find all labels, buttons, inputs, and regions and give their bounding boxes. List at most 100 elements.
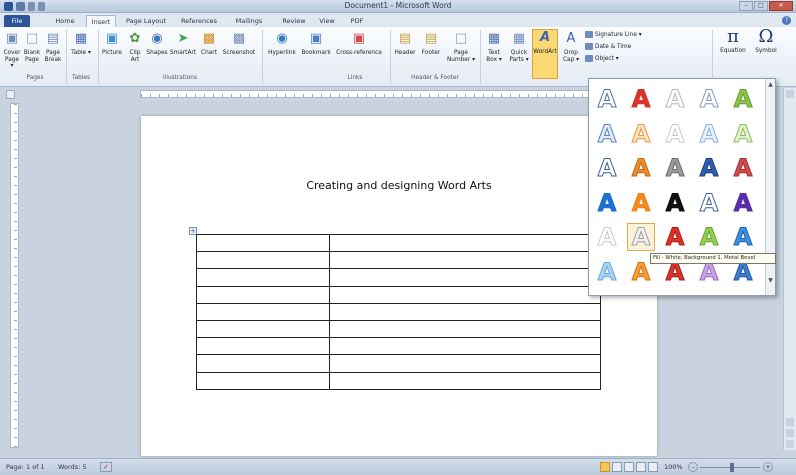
- vertical-ruler[interactable]: [10, 103, 19, 448]
- wordart-style-option[interactable]: A: [729, 119, 757, 148]
- tab-view[interactable]: View: [314, 15, 340, 27]
- page-number-button[interactable]: □ Page Number ▾: [446, 31, 476, 63]
- wordart-style-option[interactable]: A: [661, 188, 689, 217]
- word-count[interactable]: Words: 5: [58, 463, 87, 471]
- table-cell[interactable]: [196, 302, 330, 321]
- table-cell[interactable]: [329, 371, 601, 390]
- wordart-style-option[interactable]: A: [695, 154, 723, 183]
- wordart-style-option[interactable]: A: [661, 119, 689, 148]
- chart-button[interactable]: ▩ Chart: [198, 31, 220, 57]
- select-browse-object-icon[interactable]: [786, 429, 794, 437]
- document-table[interactable]: [196, 233, 601, 390]
- scroll-up-icon[interactable]: [786, 90, 794, 98]
- help-icon[interactable]: ?: [782, 16, 791, 25]
- wordart-style-option[interactable]: A: [729, 154, 757, 183]
- header-button[interactable]: ▤ Header: [393, 31, 417, 57]
- table-row[interactable]: [196, 371, 601, 390]
- table-cell[interactable]: [329, 233, 601, 253]
- wordart-style-option[interactable]: A: [695, 188, 723, 217]
- document-heading[interactable]: Creating and designing Word Arts: [141, 179, 657, 192]
- page-count[interactable]: Page: 1 of 1: [6, 463, 45, 471]
- wordart-style-option[interactable]: A: [695, 223, 723, 252]
- close-button[interactable]: ✕: [769, 1, 793, 11]
- tab-home[interactable]: Home: [52, 15, 78, 27]
- minimize-button[interactable]: –: [739, 1, 753, 11]
- hyperlink-button[interactable]: ◉ Hyperlink: [266, 31, 298, 57]
- table-row[interactable]: [196, 354, 601, 373]
- wordart-style-option[interactable]: A: [627, 85, 655, 114]
- wordart-style-option[interactable]: A: [593, 119, 621, 148]
- wordart-style-option[interactable]: A: [627, 188, 655, 217]
- document-page[interactable]: Creating and designing Word Arts +: [141, 116, 657, 456]
- table-row[interactable]: [196, 251, 601, 270]
- table-row[interactable]: [196, 302, 601, 321]
- table-cell[interactable]: [329, 268, 601, 287]
- wordart-style-option[interactable]: A: [661, 223, 689, 252]
- wordart-style-option[interactable]: A: [695, 85, 723, 114]
- table-cell[interactable]: [196, 285, 330, 304]
- drop-cap-button[interactable]: A Drop Cap ▾: [560, 31, 582, 63]
- table-cell[interactable]: [329, 319, 601, 339]
- symbol-button[interactable]: Ω Symbol: [752, 28, 780, 55]
- shapes-button[interactable]: ◉ Shapes: [146, 31, 168, 57]
- smartart-button[interactable]: ➤ SmartArt: [170, 31, 196, 57]
- wordart-style-option[interactable]: A: [593, 154, 621, 183]
- table-row[interactable]: [196, 319, 601, 339]
- wordart-style-option[interactable]: A: [661, 154, 689, 183]
- full-screen-reading-view-icon[interactable]: [612, 462, 622, 472]
- proofing-icon[interactable]: ✓: [100, 462, 112, 472]
- tab-references[interactable]: References: [176, 15, 222, 27]
- print-layout-view-icon[interactable]: [600, 462, 610, 472]
- table-cell[interactable]: [329, 285, 601, 304]
- wordart-style-option[interactable]: A: [729, 188, 757, 217]
- blank-page-button[interactable]: □ Blank Page: [23, 31, 41, 63]
- signature-line-button[interactable]: Signature Line ▾: [585, 31, 642, 38]
- wordart-style-option[interactable]: A: [593, 257, 621, 286]
- equation-button[interactable]: π Equation: [716, 28, 750, 55]
- wordart-style-option[interactable]: A: [593, 223, 621, 252]
- page-break-button[interactable]: ▤ Page Break: [44, 31, 62, 63]
- wordart-style-option[interactable]: A: [661, 85, 689, 114]
- next-page-icon[interactable]: [786, 440, 794, 448]
- previous-page-icon[interactable]: [786, 418, 794, 426]
- tab-file[interactable]: File: [4, 15, 30, 27]
- table-button[interactable]: ▦ Table ▾: [70, 31, 92, 57]
- table-cell[interactable]: [196, 337, 330, 356]
- object-button[interactable]: Object ▾: [585, 55, 619, 62]
- wordart-style-option[interactable]: A: [729, 85, 757, 114]
- tab-insert[interactable]: Insert: [86, 15, 116, 27]
- wordart-style-option[interactable]: A: [627, 119, 655, 148]
- vertical-scrollbar[interactable]: [783, 88, 796, 450]
- quick-parts-button[interactable]: ▦ Quick Parts ▾: [507, 31, 531, 63]
- zoom-out-icon[interactable]: –: [688, 462, 698, 472]
- footer-button[interactable]: ▤ Footer: [419, 31, 443, 57]
- table-cell[interactable]: [329, 354, 601, 373]
- table-cell[interactable]: [196, 371, 330, 390]
- cross-reference-button[interactable]: ▣ Cross-reference: [334, 31, 384, 57]
- web-layout-view-icon[interactable]: [624, 462, 634, 472]
- zoom-level[interactable]: 100%: [664, 463, 683, 471]
- table-cell[interactable]: [329, 251, 601, 270]
- screenshot-button[interactable]: ▩ Screenshot: [222, 31, 256, 57]
- text-box-button[interactable]: ▦ Text Box ▾: [483, 31, 505, 63]
- zoom-slider-thumb[interactable]: [730, 463, 734, 472]
- table-cell[interactable]: [196, 233, 330, 253]
- tab-pdf[interactable]: PDF: [346, 15, 368, 27]
- horizontal-ruler[interactable]: [140, 90, 592, 98]
- maximize-button[interactable]: □: [754, 1, 768, 11]
- table-cell[interactable]: [196, 268, 330, 287]
- tab-mailings[interactable]: Mailings: [230, 15, 268, 27]
- table-row[interactable]: [196, 268, 601, 287]
- clip-art-button[interactable]: ✿ Clip Art: [126, 31, 144, 63]
- wordart-button[interactable]: A WordArt: [532, 29, 558, 79]
- table-cell[interactable]: [196, 319, 330, 339]
- wordart-style-option[interactable]: A: [627, 223, 655, 252]
- cover-page-button[interactable]: ▣ Cover Page ▾: [3, 31, 21, 70]
- table-cell[interactable]: [196, 251, 330, 270]
- picture-button[interactable]: ▣ Picture: [101, 31, 123, 57]
- gallery-scroll-up-icon[interactable]: ▲: [767, 81, 774, 88]
- outline-view-icon[interactable]: [636, 462, 646, 472]
- tab-page-layout[interactable]: Page Layout: [124, 15, 168, 27]
- bookmark-button[interactable]: ▣ Bookmark: [300, 31, 332, 57]
- wordart-style-option[interactable]: A: [729, 223, 757, 252]
